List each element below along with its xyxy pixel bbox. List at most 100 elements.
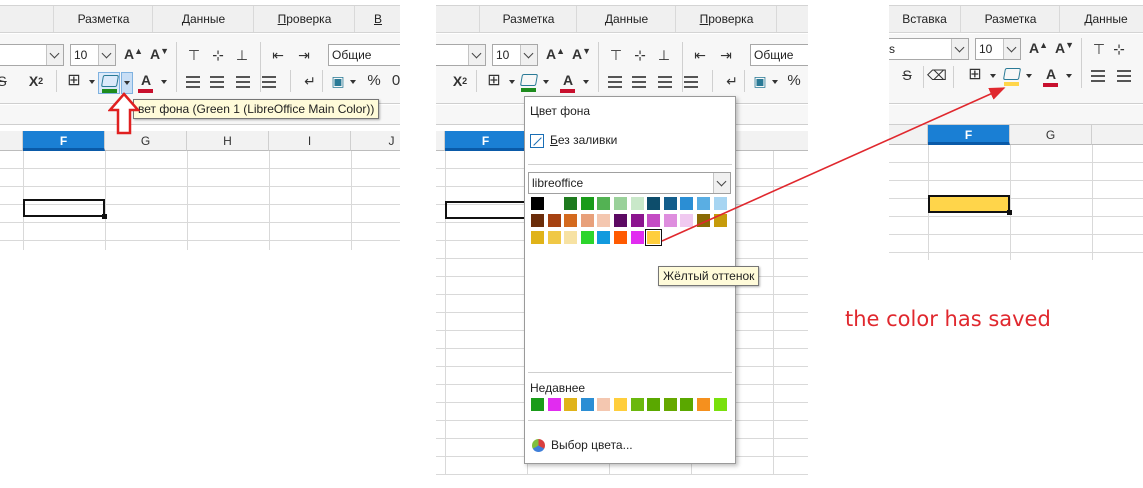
shrink-font-icon[interactable]: A▼ bbox=[572, 46, 591, 62]
borders-icon[interactable]: ⊞ bbox=[484, 71, 504, 91]
font-color-icon[interactable]: A bbox=[558, 70, 578, 90]
column-header[interactable] bbox=[0, 131, 23, 151]
color-swatch[interactable] bbox=[647, 214, 661, 227]
color-swatch[interactable] bbox=[597, 214, 611, 227]
column-header[interactable] bbox=[436, 131, 445, 151]
recent-color-swatch[interactable] bbox=[663, 398, 677, 411]
chevron-down-icon[interactable] bbox=[951, 39, 968, 59]
recent-color-swatch[interactable] bbox=[531, 398, 544, 411]
color-swatch[interactable] bbox=[597, 231, 611, 244]
color-swatch[interactable] bbox=[663, 197, 677, 210]
tab-prev[interactable] bbox=[0, 6, 54, 32]
column-header-f[interactable]: F bbox=[23, 131, 105, 151]
color-swatch[interactable] bbox=[531, 214, 544, 227]
align-center-icon[interactable] bbox=[210, 76, 224, 88]
align-center-v-icon[interactable]: ⊹ bbox=[208, 45, 228, 65]
align-left-icon[interactable] bbox=[186, 76, 200, 88]
font-color-dropdown-icon[interactable] bbox=[1066, 74, 1072, 78]
recent-color-swatch[interactable] bbox=[547, 398, 561, 411]
color-swatch[interactable] bbox=[614, 197, 627, 210]
recent-color-swatch[interactable] bbox=[597, 398, 611, 411]
superscript-icon[interactable]: X2 bbox=[450, 71, 470, 91]
align-center-icon[interactable] bbox=[632, 76, 646, 88]
chevron-down-icon[interactable] bbox=[520, 45, 537, 65]
borders-dropdown-icon[interactable] bbox=[89, 80, 95, 84]
number-format-combo[interactable]: Общие bbox=[328, 44, 400, 66]
tab-dannye[interactable]: Данные bbox=[154, 6, 254, 32]
color-swatch[interactable] bbox=[647, 197, 661, 210]
chevron-down-icon[interactable] bbox=[713, 173, 730, 193]
wrap-text-icon[interactable]: ↵ bbox=[722, 71, 742, 91]
superscript-icon[interactable]: X2 bbox=[26, 71, 46, 91]
selected-cell-filled[interactable] bbox=[928, 195, 1010, 213]
font-color-dropdown-icon[interactable] bbox=[161, 80, 167, 84]
recent-color-swatch[interactable] bbox=[680, 398, 694, 411]
color-swatch[interactable] bbox=[564, 214, 578, 227]
no-fill-option[interactable]: Без заливки bbox=[530, 133, 617, 148]
grow-font-icon[interactable]: A▲ bbox=[1029, 40, 1048, 56]
column-header-g[interactable]: G bbox=[1010, 125, 1092, 145]
align-top-icon[interactable]: ⊤ bbox=[606, 45, 626, 65]
shrink-font-icon[interactable]: A▼ bbox=[150, 46, 169, 62]
currency-format-icon[interactable]: ▣ bbox=[750, 71, 770, 91]
column-header-h[interactable]: H bbox=[187, 131, 269, 151]
column-header[interactable] bbox=[1092, 125, 1143, 145]
font-size-combo[interactable]: 10 bbox=[975, 38, 1021, 60]
recent-color-swatch[interactable] bbox=[630, 398, 644, 411]
borders-dropdown-icon[interactable] bbox=[509, 80, 515, 84]
color-swatch[interactable] bbox=[680, 197, 694, 210]
font-size-combo[interactable]: 10 bbox=[70, 44, 116, 66]
number-format-button[interactable]: 0 bbox=[386, 71, 400, 91]
background-color-button[interactable] bbox=[1001, 66, 1023, 88]
indent-increase-icon[interactable]: ⇤ bbox=[268, 45, 288, 65]
align-right-icon[interactable] bbox=[236, 76, 250, 88]
chevron-down-icon[interactable] bbox=[468, 45, 485, 65]
align-justify-icon[interactable] bbox=[262, 76, 276, 88]
shrink-font-icon[interactable]: A▼ bbox=[1055, 40, 1074, 56]
chevron-down-icon[interactable] bbox=[46, 45, 63, 65]
tab-razmetka[interactable]: Разметка bbox=[962, 6, 1060, 32]
align-bottom-icon[interactable]: ⊥ bbox=[654, 45, 674, 65]
align-center-icon[interactable] bbox=[1117, 70, 1131, 82]
tab-proverka[interactable]: Проверка bbox=[255, 6, 355, 32]
background-color-dropdown[interactable] bbox=[121, 72, 133, 94]
column-header-j[interactable]: J bbox=[351, 131, 400, 151]
tab-prev[interactable] bbox=[436, 6, 480, 32]
color-swatch[interactable] bbox=[680, 214, 694, 227]
color-swatch[interactable] bbox=[663, 214, 677, 227]
align-justify-icon[interactable] bbox=[684, 76, 698, 88]
font-color-dropdown-icon[interactable] bbox=[583, 80, 589, 84]
tab-dannye[interactable]: Данные bbox=[578, 6, 676, 32]
align-right-icon[interactable] bbox=[658, 76, 672, 88]
percent-format-button[interactable]: % bbox=[364, 71, 384, 91]
column-header-f[interactable]: F bbox=[445, 131, 527, 151]
color-swatch[interactable] bbox=[597, 197, 611, 210]
grow-font-icon[interactable]: A▲ bbox=[546, 46, 565, 62]
font-size-combo[interactable]: 10 bbox=[492, 44, 538, 66]
color-swatch[interactable] bbox=[580, 231, 594, 244]
column-header-i[interactable]: I bbox=[269, 131, 351, 151]
align-left-icon[interactable] bbox=[608, 76, 622, 88]
strikethrough-icon[interactable]: S bbox=[0, 71, 12, 91]
indent-decrease-icon[interactable]: ⇥ bbox=[716, 45, 736, 65]
font-name-combo[interactable] bbox=[0, 44, 64, 66]
color-swatch[interactable] bbox=[713, 197, 727, 210]
background-color-button[interactable] bbox=[98, 72, 120, 94]
color-swatch[interactable] bbox=[614, 231, 627, 244]
borders-icon[interactable]: ⊞ bbox=[965, 65, 985, 85]
align-left-icon[interactable] bbox=[1091, 70, 1105, 82]
fill-handle[interactable] bbox=[1007, 210, 1012, 215]
selected-cell[interactable] bbox=[23, 199, 105, 217]
recent-color-swatch[interactable] bbox=[713, 398, 727, 411]
custom-color-button[interactable]: Выбор цвета... bbox=[532, 438, 633, 453]
indent-increase-icon[interactable]: ⇤ bbox=[690, 45, 710, 65]
color-swatch-selected[interactable] bbox=[645, 229, 663, 246]
color-swatch[interactable] bbox=[547, 197, 561, 210]
tab-proverka[interactable]: Проверка bbox=[677, 6, 777, 32]
color-swatch[interactable] bbox=[614, 214, 627, 227]
percent-format-button[interactable]: % bbox=[784, 71, 804, 91]
currency-format-icon[interactable]: ▣ bbox=[328, 71, 348, 91]
font-name-combo[interactable] bbox=[436, 44, 486, 66]
background-color-button[interactable] bbox=[518, 72, 540, 94]
align-top-icon[interactable]: ⊤ bbox=[1089, 39, 1109, 59]
